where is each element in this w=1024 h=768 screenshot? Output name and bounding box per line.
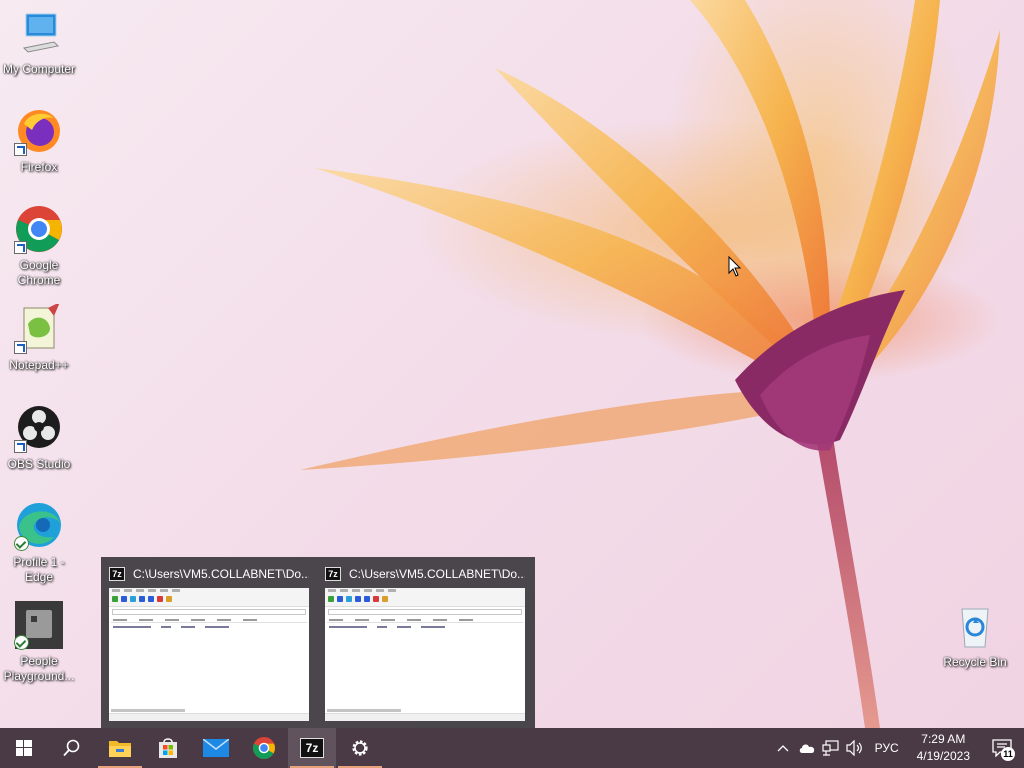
mail-icon xyxy=(203,739,229,757)
show-hidden-icons-button[interactable] xyxy=(771,728,795,768)
chrome-icon xyxy=(14,204,64,254)
thumbnail-title-bar: 7z C:\Users\VM5.COLLABNET\Do... xyxy=(325,566,525,582)
windows-logo-icon xyxy=(16,740,32,756)
desktop-icon-label: Recycle Bin xyxy=(943,655,1007,669)
clock[interactable]: 7:29 AM 4/19/2023 xyxy=(907,731,980,765)
shortcut-arrow-icon xyxy=(14,241,27,254)
sync-ok-icon xyxy=(14,635,29,650)
sync-ok-icon xyxy=(14,536,29,551)
thumbnail-title: C:\Users\VM5.COLLABNET\Do... xyxy=(133,567,309,581)
speaker-icon xyxy=(845,740,862,756)
search-button[interactable] xyxy=(48,728,96,768)
desktop-icon-recycle-bin[interactable]: Recycle Bin xyxy=(936,601,1014,670)
desktop-icon-my-computer[interactable]: My Computer xyxy=(0,8,78,77)
shortcut-arrow-icon xyxy=(14,440,27,453)
thumbnail-title: C:\Users\VM5.COLLABNET\Do... xyxy=(349,567,525,581)
edge-icon xyxy=(14,501,64,551)
desktop-icon-people-playground[interactable]: People Playground... xyxy=(0,600,78,684)
shortcut-arrow-icon xyxy=(14,143,27,156)
taskbar-file-explorer[interactable] xyxy=(96,728,144,768)
desktop-icon-label: Notepad++ xyxy=(9,358,69,372)
desktop-icon-firefox[interactable]: Firefox xyxy=(0,106,78,175)
sevenzip-icon: 7z xyxy=(109,567,125,581)
onedrive-tray-button[interactable] xyxy=(795,728,819,768)
thumbnail-preview xyxy=(325,588,525,721)
mouse-cursor-icon xyxy=(728,256,742,277)
desktop-icon-label: OBS Studio xyxy=(7,457,71,471)
system-tray: РУС 7:29 AM 4/19/2023 11 xyxy=(771,728,1024,768)
input-language-indicator[interactable]: РУС xyxy=(867,741,907,755)
shortcut-arrow-icon xyxy=(14,341,27,354)
notification-count-badge: 11 xyxy=(1001,747,1015,761)
desktop-icon-label: People Playground... xyxy=(3,654,75,683)
sevenzip-icon: 7z xyxy=(325,567,341,581)
volume-tray-button[interactable] xyxy=(843,728,867,768)
desktop-icon-obs-studio[interactable]: OBS Studio xyxy=(0,403,78,472)
store-icon xyxy=(159,738,177,758)
desktop-icon-label: My Computer xyxy=(2,62,76,76)
chrome-icon xyxy=(252,736,276,760)
action-center-button[interactable]: 11 xyxy=(980,728,1024,768)
thumbnail-preview xyxy=(109,588,309,721)
desktop-icon-label: Firefox xyxy=(20,160,58,174)
taskbar-mail[interactable] xyxy=(192,728,240,768)
desktop-icon-label: Profile 1 - Edge xyxy=(13,555,65,584)
desktop-icon-google-chrome[interactable]: Google Chrome xyxy=(0,204,78,288)
search-icon xyxy=(63,739,80,757)
sevenzip-icon: 7z xyxy=(300,738,324,758)
taskbar-thumbnail-popup: 7z C:\Users\VM5.COLLABNET\Do... 7z C:\Us… xyxy=(101,557,535,728)
recycle-bin-icon xyxy=(950,601,1000,651)
taskbar: 7z РУС 7:29 AM 4/19/2023 11 xyxy=(0,728,1024,768)
taskbar-chrome[interactable] xyxy=(240,728,288,768)
chevron-up-icon xyxy=(777,745,789,752)
thumbnail-title-bar: 7z C:\Users\VM5.COLLABNET\Do... xyxy=(109,566,309,582)
clock-date: 4/19/2023 xyxy=(916,749,970,763)
cloud-icon xyxy=(799,744,814,753)
taskbar-7zip[interactable]: 7z xyxy=(288,728,336,768)
thumbnail-window-2[interactable]: 7z C:\Users\VM5.COLLABNET\Do... xyxy=(317,557,533,728)
taskbar-microsoft-store[interactable] xyxy=(144,728,192,768)
folder-icon xyxy=(109,741,131,757)
desktop-icon-label: Google Chrome xyxy=(17,258,61,287)
notepadpp-icon xyxy=(14,302,64,354)
people-playground-icon xyxy=(14,600,64,650)
desktop-icon-edge-profile[interactable]: Profile 1 - Edge xyxy=(0,501,78,585)
thumbnail-window-1[interactable]: 7z C:\Users\VM5.COLLABNET\Do... xyxy=(101,557,317,728)
clock-time: 7:29 AM xyxy=(921,732,966,746)
obs-icon xyxy=(14,403,64,453)
network-tray-button[interactable] xyxy=(819,728,843,768)
computer-icon xyxy=(14,8,64,58)
firefox-icon xyxy=(14,106,64,156)
network-icon xyxy=(821,740,839,756)
taskbar-settings[interactable] xyxy=(336,728,384,768)
desktop-icon-notepadpp[interactable]: Notepad++ xyxy=(0,302,78,373)
start-button[interactable] xyxy=(0,728,48,768)
gear-icon xyxy=(352,740,368,756)
